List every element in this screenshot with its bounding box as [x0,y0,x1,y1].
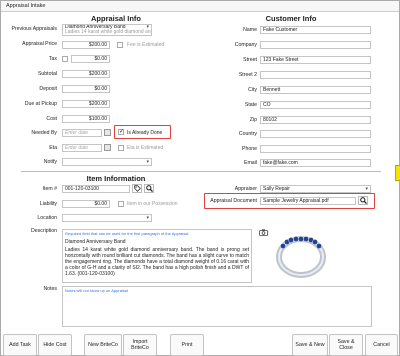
email-label: Email [244,160,257,166]
import-briteco-button[interactable]: Import BriteCo [123,334,157,356]
customer-info-header: Customer Info [265,14,317,23]
street2-field[interactable] [260,71,371,79]
city-field[interactable]: Bennett [260,86,371,94]
print-button[interactable]: Print [170,334,204,356]
new-briteco-button[interactable]: New BriteCo [84,334,122,356]
eta-date-field[interactable]: Enter date [62,144,102,152]
appraisal-document-label: Appraisal Document [210,198,257,204]
hide-cost-button[interactable]: Hide Cost [38,334,72,356]
eta-label: Eta [49,145,57,151]
country-field[interactable] [260,130,371,138]
appraisal-info-header: Appraisal Info [90,14,141,23]
appraiser-select[interactable]: Sally Repair [260,185,371,193]
fee-estimated-checkbox[interactable] [117,42,123,48]
ring-image [271,231,331,281]
tax-label: Tax [48,56,57,62]
appraisal-intake-window: Appraisal Intake Appraisal Info Previous… [0,0,400,356]
eta-calendar-icon[interactable] [104,144,111,151]
previous-appraisal-desc: Ladies 14 karat white gold diamond ann..… [65,29,152,35]
camera-icon[interactable] [259,229,268,236]
name-field[interactable]: Fake Customer [260,26,371,34]
phone-label: Phone [241,146,257,152]
phone-field[interactable] [260,145,371,153]
notes-label: Notes [43,286,57,292]
zip-label: Zip [249,117,257,123]
eta-estimated-checkbox[interactable] [118,145,124,151]
fee-estimated-label: Fee is Estimated [127,42,165,48]
notify-label: Notify [43,159,57,165]
cancel-button[interactable]: Cancel [365,334,398,356]
appraiser-label: Appraiser [234,186,257,192]
due-at-pickup-label: Due at Pickup [24,101,57,107]
tag-icon[interactable] [132,184,142,193]
street-label: Street [243,57,257,63]
section-divider [21,171,381,172]
window-title: Appraisal Intake [1,1,399,12]
description-title: Diamond Anniversary Band [65,239,126,245]
notes-hint: Notes will not show up on Appraisal [65,288,128,293]
zip-field[interactable]: 80102 [260,116,371,124]
description-body: Ladies 14 karat white gold diamond anniv… [65,247,249,277]
item-number-label: Item # [42,186,57,192]
notify-select[interactable] [62,158,152,166]
appraisal-document-field[interactable]: Sample Jewelry Appraisal.pdf [260,197,356,205]
street-field[interactable]: 123 Fake Street [260,56,371,64]
needed-by-date-field[interactable]: Enter date [62,129,102,137]
is-already-done-label: Is Already Done [127,130,163,136]
deposit-field[interactable]: $0.00 [62,85,110,93]
state-label: State [244,102,257,108]
country-label: Country [238,131,257,137]
item-number-field[interactable]: 001-120-03100 [62,185,130,193]
company-field[interactable] [260,41,371,49]
previous-appraisals-label: Previous Appraisals [11,26,57,32]
item-search-icon[interactable] [144,184,154,193]
side-tab[interactable] [395,165,400,181]
needed-by-calendar-icon[interactable] [104,129,111,136]
company-label: Company [234,42,257,48]
notes-textarea[interactable]: Notes will not show up on Appraisal [62,286,372,327]
cost-field[interactable]: $100.00 [62,115,110,123]
previous-appraisals-select[interactable]: Diamond Anniversary Band Ladies 14 karat… [62,24,152,36]
description-label: Description [31,228,57,234]
location-label: Location [37,215,57,221]
document-search-icon[interactable] [358,196,368,205]
is-already-done-checkbox[interactable] [118,128,124,135]
due-at-pickup-field[interactable]: $200.00 [62,100,110,108]
street2-label: Street 2 [238,72,257,78]
eta-estimated-label: Eta is Estimated [127,145,164,151]
save-close-button[interactable]: Save & Close [329,334,363,356]
tax-checkbox[interactable] [62,56,68,62]
city-label: City [248,87,257,93]
email-field[interactable]: fake@fake.com [260,159,371,167]
in-possession-label: Item in our Possession [127,201,178,207]
liability-field[interactable]: $0.00 [62,200,110,208]
name-label: Name [243,27,257,33]
appraisal-price-field[interactable]: $200.00 [62,41,110,49]
item-information-header: Item Information [86,174,146,183]
in-possession-checkbox[interactable] [118,201,124,207]
add-task-button[interactable]: Add Task [3,334,37,356]
description-hint: Required field that can be used for the … [65,231,189,236]
deposit-label: Deposit [39,86,57,92]
cost-label: Cost [46,116,57,122]
save-new-button[interactable]: Save & New [292,334,328,356]
subtotal-label: Subtotal [37,71,57,77]
location-select[interactable] [62,214,152,222]
subtotal-field[interactable]: $200.00 [62,70,110,78]
appraisal-price-label: Appraisal Price [22,41,57,47]
liability-label: Liability [39,201,57,207]
description-textarea[interactable]: Required field that can be used for the … [62,229,252,283]
state-field[interactable]: CO [260,101,371,109]
tax-field[interactable]: $0.00 [71,55,110,63]
needed-by-label: Needed By [31,130,57,136]
